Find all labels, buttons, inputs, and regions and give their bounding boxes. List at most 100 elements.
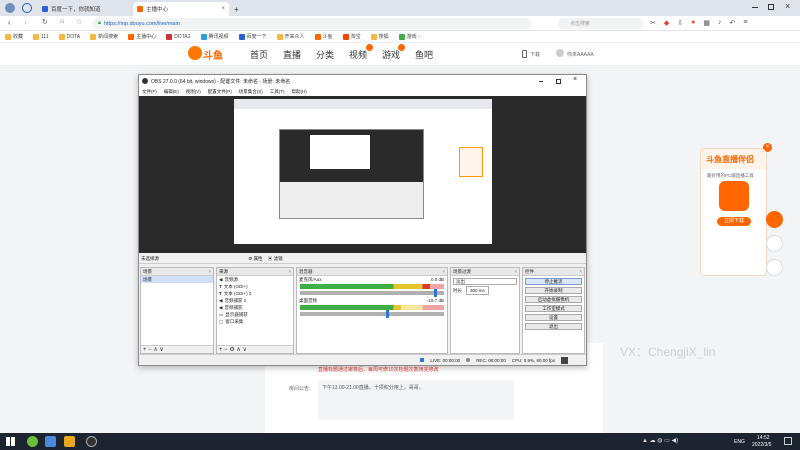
- source-item[interactable]: ▭ 显示器捕获: [217, 311, 293, 318]
- obs-window[interactable]: OBS 27.0.0 (64 bit, windows) - 配置文件: 未命名…: [138, 74, 587, 366]
- source-item[interactable]: ◀ 音频源: [217, 276, 293, 283]
- side-play-button[interactable]: [766, 211, 783, 228]
- bookmark-item[interactable]: 搜狐: [366, 33, 394, 40]
- start-recording-button[interactable]: 开始录制: [525, 287, 582, 294]
- clock-date[interactable]: 2022/3/5: [752, 442, 771, 448]
- volume-knob[interactable]: [386, 310, 390, 318]
- bookmark-item[interactable]: DOTA2: [161, 33, 195, 40]
- extension-icon[interactable]: ◆: [664, 19, 669, 27]
- scene-tools[interactable]: + − ∧ ∨: [141, 345, 213, 353]
- panel-close-icon[interactable]: ×: [514, 268, 519, 275]
- panel-close-icon[interactable]: ×: [579, 268, 584, 275]
- tray-icons[interactable]: ▲ ☁ ◍ ▭ ◀): [642, 437, 678, 444]
- bookmark-item[interactable]: DOTA: [54, 33, 86, 40]
- properties-button[interactable]: ⚙ 属性: [248, 256, 262, 261]
- star-icon[interactable]: ☆: [76, 18, 82, 26]
- bookmark-item[interactable]: 百度一下: [234, 33, 272, 40]
- tab-baidu[interactable]: 百度一下，你就知道: [38, 2, 133, 16]
- download-icon[interactable]: ⇩: [677, 19, 683, 27]
- nav-game[interactable]: 游戏: [382, 48, 400, 61]
- minimize-icon[interactable]: [752, 7, 758, 8]
- duration-input[interactable]: 300 ms: [466, 286, 489, 295]
- nav-fishbar[interactable]: 鱼吧: [415, 48, 433, 61]
- bell-icon[interactable]: ♪: [718, 19, 722, 27]
- scene-item[interactable]: 场景: [141, 276, 213, 283]
- menu-view[interactable]: 视图(V): [186, 89, 201, 95]
- back-icon[interactable]: ‹: [8, 18, 11, 27]
- phone-icon[interactable]: [522, 50, 527, 58]
- maximize-icon[interactable]: [768, 4, 774, 10]
- menu-help[interactable]: 帮助(H): [292, 89, 307, 95]
- menu-scene-collection[interactable]: 场景集合(S): [239, 89, 263, 95]
- source-item[interactable]: T 文本 (GDI+) 2: [217, 290, 293, 297]
- obs-close-icon[interactable]: ×: [573, 76, 577, 83]
- reload-icon[interactable]: ↻: [42, 18, 48, 26]
- menu-tools[interactable]: 工具(T): [270, 89, 285, 95]
- source-item[interactable]: ◀ 音频捕获: [217, 304, 293, 311]
- source-item[interactable]: T 文本 (GDI+): [217, 283, 293, 290]
- source-item[interactable]: ◀ 音频捕获 2: [217, 297, 293, 304]
- bookmark-item[interactable]: 游戏 -: [394, 33, 425, 40]
- window-close-icon[interactable]: ×: [785, 1, 790, 11]
- browser-logo-icon[interactable]: [5, 3, 15, 13]
- bookmark-item[interactable]: 111: [28, 33, 54, 40]
- app-360-icon[interactable]: [27, 436, 38, 447]
- menu-edit[interactable]: 编辑(E): [164, 89, 179, 95]
- settings-icon[interactable]: ≡: [743, 19, 747, 27]
- virtual-camera-button[interactable]: 启动虚拟摄像机: [525, 296, 582, 303]
- obs-maximize-icon[interactable]: [556, 79, 561, 84]
- filters-button[interactable]: ▣ 滤镜: [268, 256, 283, 261]
- app-douyu-icon[interactable]: [64, 436, 75, 447]
- panel-close-icon[interactable]: ×: [288, 268, 293, 275]
- input-language[interactable]: ENG: [734, 439, 745, 445]
- app-obs-icon[interactable]: [86, 436, 97, 447]
- bookmark-item[interactable]: 腾讯视频: [196, 33, 234, 40]
- scissors-icon[interactable]: ✂: [650, 19, 656, 27]
- nav-live[interactable]: 直播: [283, 48, 301, 61]
- grid-icon[interactable]: ▦: [703, 19, 710, 27]
- username[interactable]: 你未AAAAA: [567, 51, 594, 58]
- nav-category[interactable]: 分类: [316, 48, 334, 61]
- source-item[interactable]: ▢ 窗口采集: [217, 318, 293, 325]
- clock-time[interactable]: 14:52: [757, 435, 770, 441]
- forward-icon[interactable]: ›: [24, 18, 27, 27]
- nav-home[interactable]: 首页: [250, 48, 268, 61]
- bookmark-item[interactable]: 收藏: [0, 33, 28, 40]
- menu-file[interactable]: 文件(F): [142, 89, 157, 95]
- douyu-logo[interactable]: 斗鱼: [188, 45, 226, 64]
- volume-slider[interactable]: [300, 310, 444, 318]
- bookmark-item[interactable]: 新闻搜索: [85, 33, 123, 40]
- browser-menu-icon[interactable]: [22, 3, 32, 13]
- panel-close-icon[interactable]: ×: [208, 268, 213, 275]
- panel-close-icon[interactable]: ×: [442, 268, 447, 275]
- obs-minimize-icon[interactable]: [539, 81, 543, 82]
- exit-button[interactable]: 退出: [525, 323, 582, 330]
- side-screen-button[interactable]: [766, 259, 783, 276]
- download-link[interactable]: 下载: [530, 51, 540, 58]
- new-tab-button[interactable]: +: [230, 2, 243, 16]
- browser-search-input[interactable]: 点击搜索: [558, 18, 644, 29]
- ad-download-button[interactable]: 立即下载: [717, 217, 751, 226]
- transition-select[interactable]: 淡出: [453, 278, 517, 285]
- bookmark-item[interactable]: 开来众人: [272, 33, 310, 40]
- game-icon[interactable]: ●: [691, 19, 695, 27]
- nav-video[interactable]: 视频: [349, 48, 367, 61]
- home-icon[interactable]: ⌂: [60, 18, 64, 25]
- avatar[interactable]: [556, 49, 564, 57]
- studio-mode-button[interactable]: 工作室模式: [525, 305, 582, 312]
- url-input[interactable]: 🔒︎ https://mp.douyu.com/live/main: [92, 18, 532, 29]
- stop-streaming-button[interactable]: 停止推流: [525, 278, 582, 285]
- companion-ad[interactable]: × 斗鱼直播伴侣 最好用的PC端直播工具 立即下载: [700, 143, 772, 276]
- tab-streamer-center[interactable]: 主播中心 ×: [133, 2, 229, 16]
- bookmark-item[interactable]: 主播中心: [123, 33, 161, 40]
- menu-profile[interactable]: 配置文件(P): [208, 89, 232, 95]
- close-icon[interactable]: ×: [221, 6, 225, 12]
- windows-start-icon[interactable]: [6, 437, 15, 446]
- undo-icon[interactable]: ↶: [730, 19, 736, 27]
- volume-slider[interactable]: [300, 289, 444, 297]
- settings-button[interactable]: 设置: [525, 314, 582, 321]
- source-tools[interactable]: + − ⚙ ∧ ∨: [217, 345, 293, 353]
- bookmark-item[interactable]: 淘宝: [338, 33, 366, 40]
- notice-textarea[interactable]: 下午13.00-21.00直播。十项积分用上，哥哥。: [318, 380, 514, 420]
- side-home-button[interactable]: [766, 235, 783, 252]
